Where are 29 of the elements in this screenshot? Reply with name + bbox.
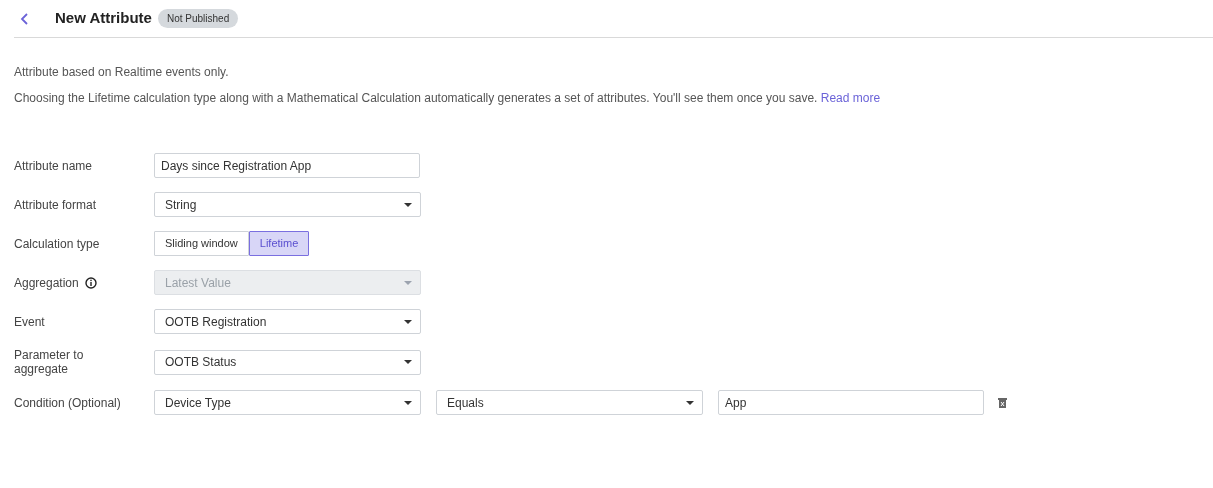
field-label: Event: [14, 314, 45, 329]
calculation-type-tab[interactable]: Lifetime: [248, 231, 310, 256]
caret-icon: [686, 400, 694, 405]
select-field[interactable]: Equals: [436, 390, 703, 415]
caret-icon: [404, 400, 412, 405]
back-icon[interactable]: [20, 12, 30, 25]
status-badge: Not Published: [157, 9, 239, 28]
select-field[interactable]: OOTB Status: [154, 349, 421, 375]
info-text: Attribute based on Realtime events only.: [14, 64, 230, 81]
select-field[interactable]: String: [154, 192, 421, 217]
caret-icon: [404, 280, 412, 285]
caret-icon: [404, 360, 412, 364]
select-field[interactable]: OOTB Registration: [154, 309, 421, 334]
field-label: Parameter to aggregate: [14, 348, 85, 376]
field-label: Condition (Optional): [14, 395, 121, 410]
field-label: Attribute format: [14, 197, 97, 212]
caret-icon: [404, 319, 412, 324]
field-label: Aggregation: [14, 275, 79, 290]
input-field[interactable]: App: [718, 390, 984, 415]
info-text: Choosing the Lifetime calculation type along with a Mathematical Calculation automatically generates a set of attributes. You'll see them once you save. Read more: [14, 90, 882, 107]
field-label: Calculation type: [14, 236, 100, 251]
input-field[interactable]: Days since Registration App: [154, 153, 420, 178]
delete-icon[interactable]: [998, 397, 1007, 408]
caret-icon: [404, 202, 412, 207]
select-field[interactable]: Device Type: [154, 390, 421, 415]
page-title: New Attribute: [55, 8, 152, 29]
calculation-type-tab[interactable]: Sliding window: [154, 231, 249, 256]
read-more-link[interactable]: Read more: [820, 91, 881, 105]
field-label: Attribute name: [14, 158, 93, 173]
